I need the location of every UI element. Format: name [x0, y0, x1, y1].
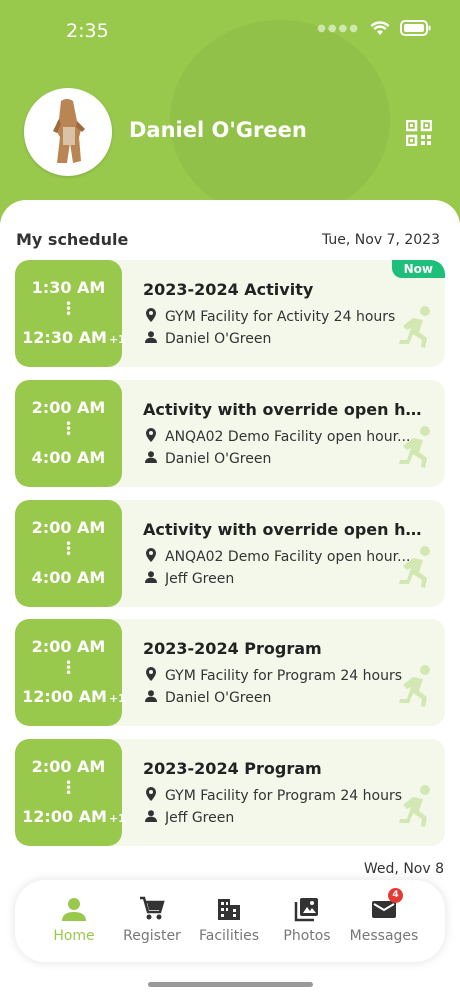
- status-time: 2:35: [66, 20, 109, 42]
- photos-icon: [294, 896, 320, 922]
- person-icon: [61, 896, 87, 922]
- location-pin-icon: [145, 787, 159, 805]
- end-time: 12:30 AM +1: [22, 328, 126, 347]
- activity-location: ANQA02 Demo Facility open hour...: [145, 548, 430, 566]
- person-icon: [145, 810, 159, 826]
- person-icon: [145, 451, 159, 467]
- location-pin-icon: [145, 428, 159, 446]
- time-block: 2:00 AM • • • 4:00 AM: [15, 500, 122, 607]
- next-day-suffix: +1: [108, 692, 126, 705]
- tab-label: Facilities: [199, 928, 259, 944]
- activity-title: 2023-2024 Program: [143, 759, 322, 778]
- location-pin-icon: [145, 308, 159, 326]
- person-icon: [145, 690, 159, 706]
- schedule-card[interactable]: 2:00 AM • • • 4:00 AM Activity with overri…: [15, 500, 445, 607]
- schedule-date: Tue, Nov 7, 2023: [321, 232, 440, 248]
- end-time: 12:00 AM +1: [22, 687, 126, 706]
- end-time: 4:00 AM: [31, 448, 106, 467]
- wifi-icon: [370, 20, 390, 36]
- time-separator-icon: • • •: [64, 656, 73, 680]
- activity-location: GYM Facility for Program 24 hours: [145, 787, 430, 805]
- time-block: 2:00 AM • • • 4:00 AM: [15, 380, 122, 487]
- activity-person: Jeff Green: [145, 810, 430, 826]
- time-block: 2:00 AM • • • 12:00 AM +1: [15, 739, 126, 846]
- runner-icon: [391, 663, 439, 711]
- runner-icon: [391, 783, 439, 831]
- schedule-card[interactable]: 2:00 AM • • • 12:00 AM +1 2023-2024 Program…: [15, 739, 445, 846]
- activity-title: 2023-2024 Program: [143, 639, 322, 658]
- tab-label: Register: [123, 928, 181, 944]
- schedule-card[interactable]: 1:30 AM • • • 12:30 AM +1 2023-2024 Activit…: [15, 260, 445, 367]
- next-date-header: Wed, Nov 8: [363, 861, 444, 877]
- tab-messages[interactable]: 4 Messages: [344, 888, 424, 944]
- bottom-tab-bar: Home Register Facilities Photos 4 Messag…: [15, 880, 445, 962]
- now-badge: Now: [391, 260, 445, 278]
- start-time: 1:30 AM: [31, 278, 106, 297]
- activity-title: 2023-2024 Activity: [143, 280, 314, 299]
- activity-person: Daniel O'Green: [145, 690, 430, 706]
- messages-count-badge: 4: [388, 888, 403, 903]
- start-time: 2:00 AM: [31, 398, 106, 417]
- signal-icon: ●●●●: [317, 22, 360, 34]
- schedule-title: My schedule: [16, 230, 129, 249]
- start-time: 2:00 AM: [31, 757, 106, 776]
- battery-icon: [400, 20, 432, 36]
- runner-icon: [391, 424, 439, 472]
- avatar[interactable]: [24, 88, 112, 176]
- activity-person: Daniel O'Green: [145, 451, 430, 467]
- end-time: 4:00 AM: [31, 568, 106, 587]
- tab-label: Home: [53, 928, 95, 944]
- activity-title: Activity with override open ho...: [143, 400, 428, 419]
- time-block: 2:00 AM • • • 12:00 AM +1: [15, 619, 126, 726]
- tab-photos[interactable]: Photos: [267, 896, 347, 944]
- activity-location: GYM Facility for Activity 24 hours: [145, 308, 430, 326]
- tab-register[interactable]: Register: [112, 896, 192, 944]
- tab-facilities[interactable]: Facilities: [189, 896, 269, 944]
- person-icon: [145, 331, 159, 347]
- time-separator-icon: • • •: [64, 417, 73, 441]
- schedule-card[interactable]: 2:00 AM • • • 4:00 AM Activity with overri…: [15, 380, 445, 487]
- home-indicator: [148, 982, 313, 987]
- start-time: 2:00 AM: [31, 518, 106, 537]
- activity-person: Daniel O'Green: [145, 331, 430, 347]
- end-time: 12:00 AM +1: [22, 807, 126, 826]
- location-pin-icon: [145, 548, 159, 566]
- activity-title: Activity with override open ho...: [143, 520, 428, 539]
- activity-location: GYM Facility for Program 24 hours: [145, 667, 430, 685]
- activity-location: ANQA02 Demo Facility open hour...: [145, 428, 430, 446]
- activity-person: Jeff Green: [145, 571, 430, 587]
- profile-name: Daniel O'Green: [129, 118, 307, 142]
- qr-code-icon[interactable]: [405, 119, 433, 147]
- time-separator-icon: • • •: [64, 297, 73, 321]
- tab-label: Photos: [283, 928, 331, 944]
- next-day-suffix: +1: [108, 812, 126, 825]
- location-pin-icon: [145, 667, 159, 685]
- next-day-suffix: +1: [108, 333, 126, 346]
- status-icons: ●●●●: [317, 20, 432, 36]
- tab-label: Messages: [349, 928, 419, 944]
- building-icon: [216, 896, 242, 922]
- mail-icon: 4: [371, 888, 403, 922]
- time-block: 1:30 AM • • • 12:30 AM +1: [15, 260, 126, 367]
- cart-icon: [139, 896, 165, 922]
- schedule-card[interactable]: 2:00 AM • • • 12:00 AM +1 2023-2024 Program…: [15, 619, 445, 726]
- time-separator-icon: • • •: [64, 537, 73, 561]
- time-separator-icon: • • •: [64, 776, 73, 800]
- person-icon: [145, 571, 159, 587]
- runner-icon: [391, 544, 439, 592]
- start-time: 2:00 AM: [31, 637, 106, 656]
- runner-icon: [391, 304, 439, 352]
- tab-home[interactable]: Home: [34, 896, 114, 944]
